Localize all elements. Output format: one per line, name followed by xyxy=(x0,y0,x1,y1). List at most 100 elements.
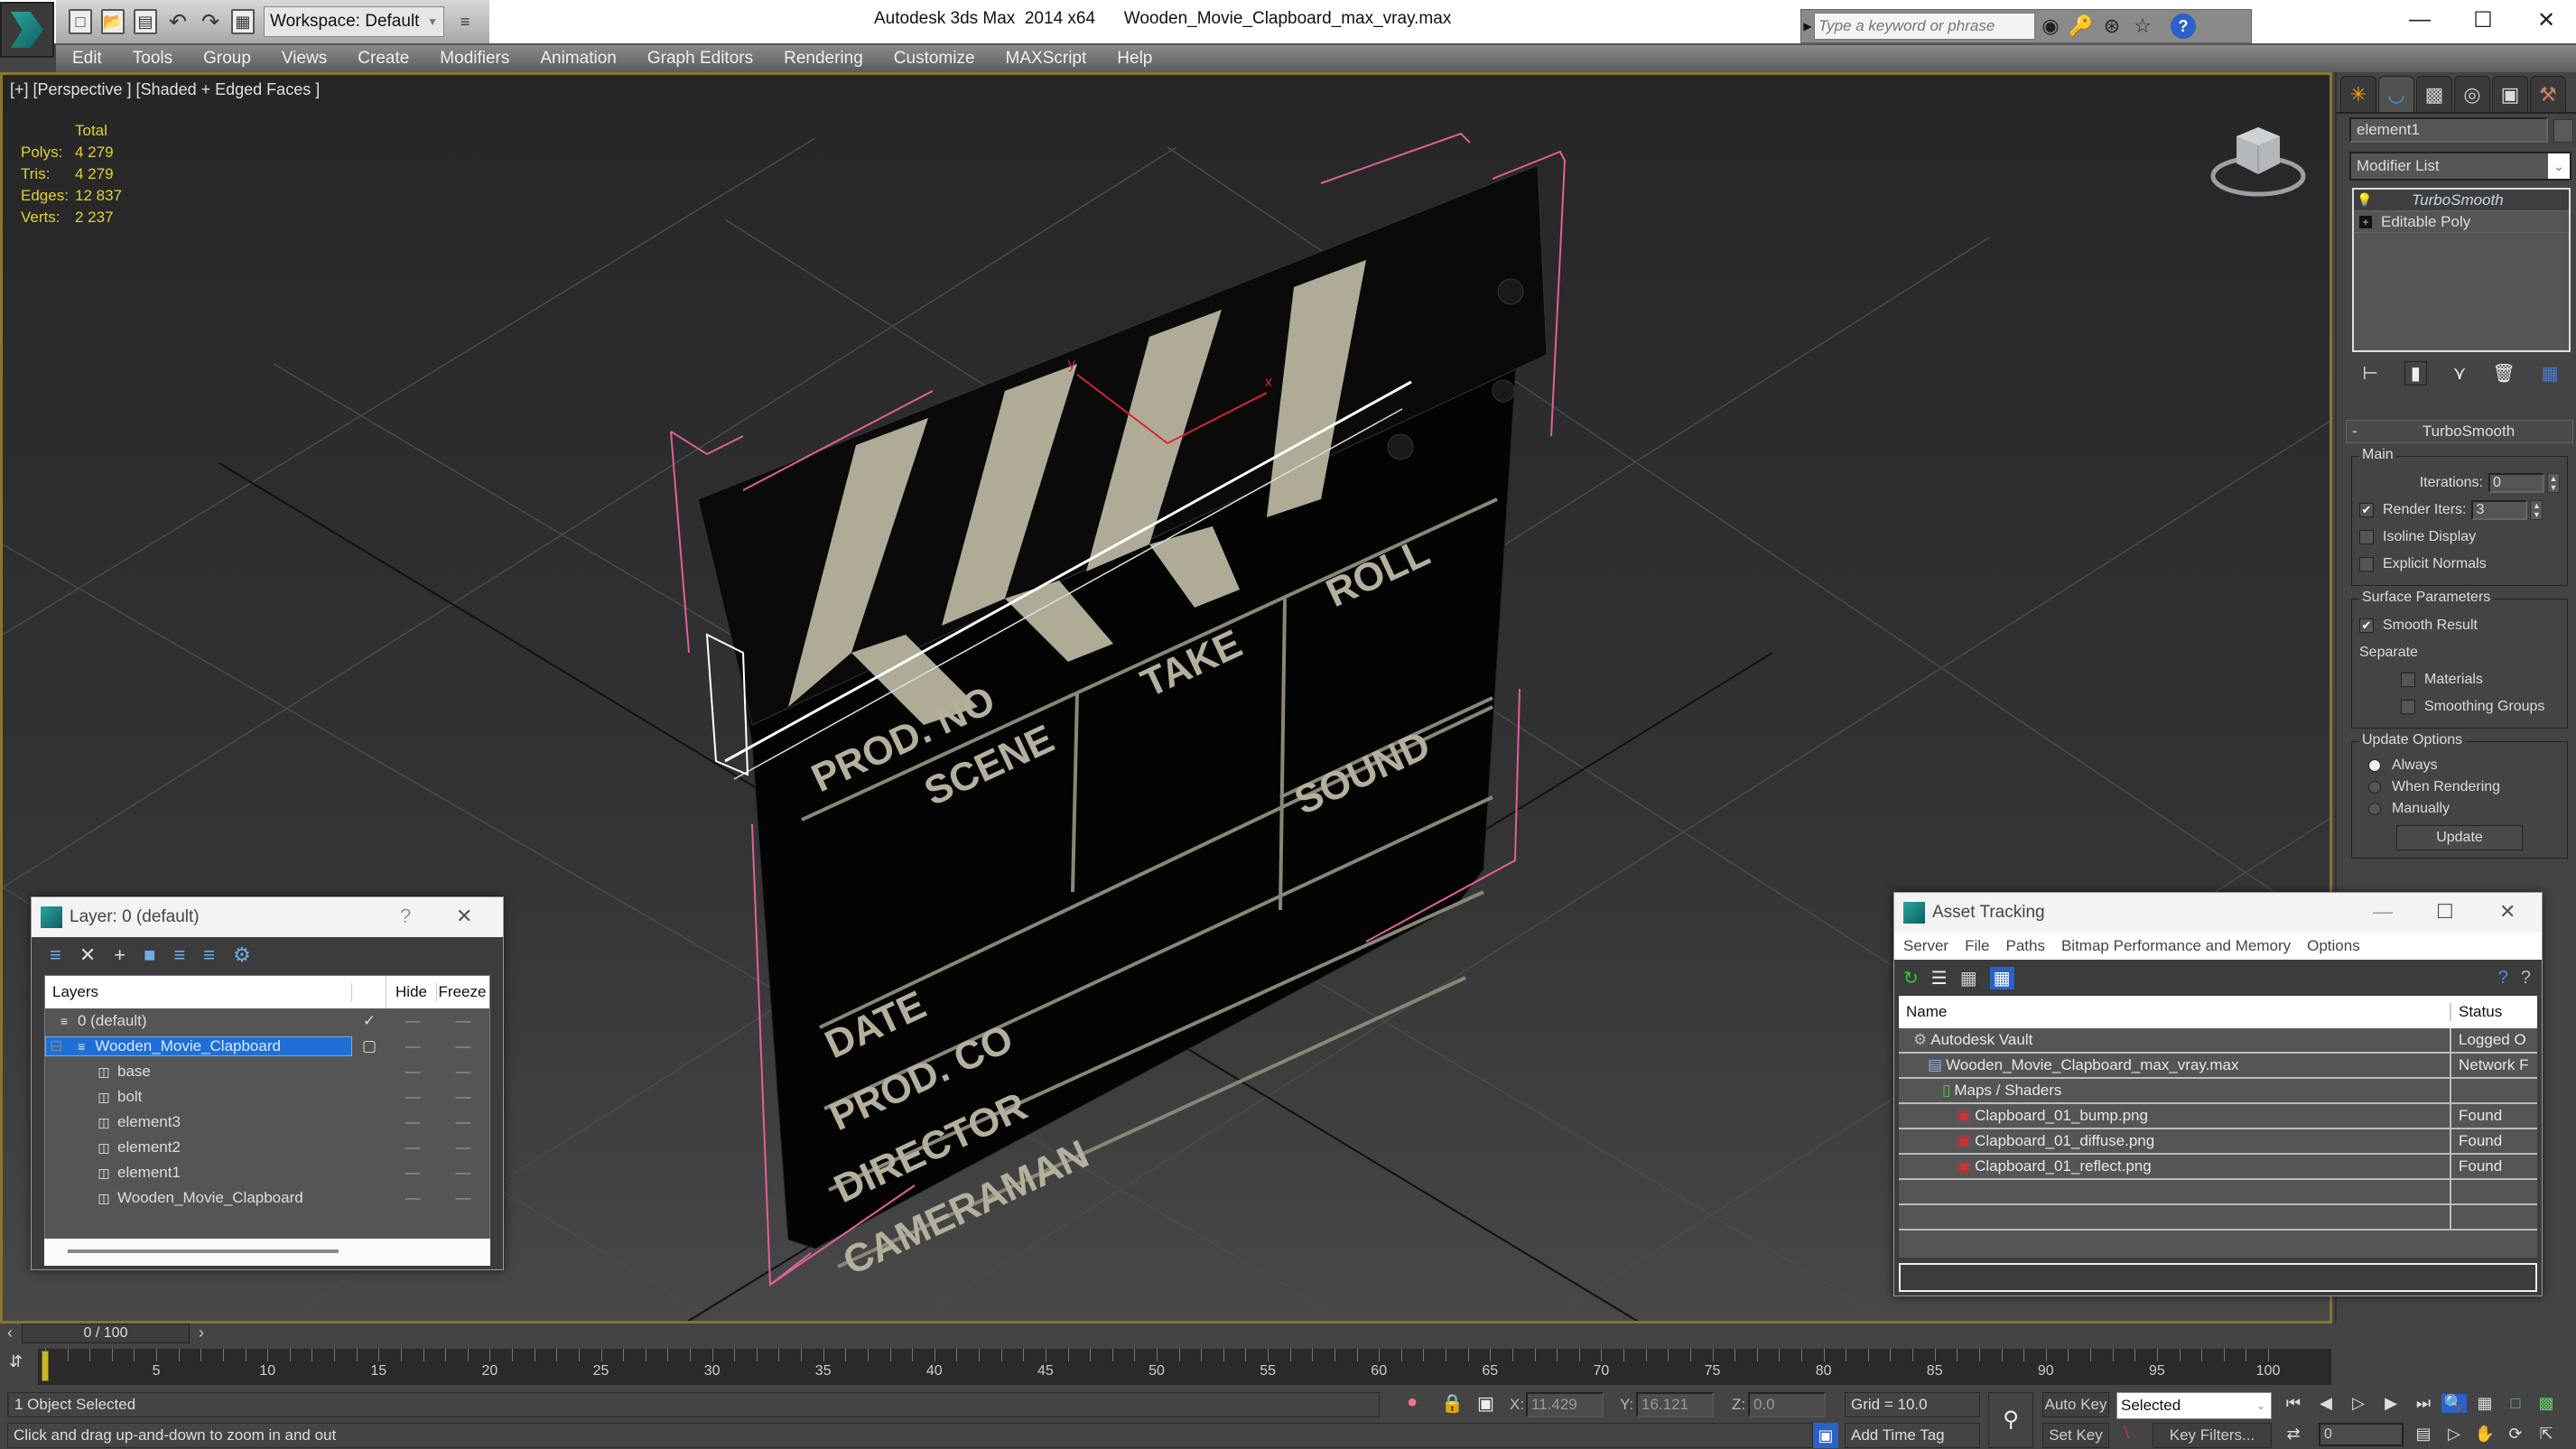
column-header-current[interactable] xyxy=(352,976,386,1008)
layer-name-cell[interactable]: ◫ element3 xyxy=(45,1113,352,1131)
expand-icon[interactable]: ▶ xyxy=(1801,20,1814,33)
orbit-icon[interactable]: ⟳ xyxy=(2503,1425,2528,1444)
asset-row[interactable]: ▯ Maps / Shaders xyxy=(1899,1079,2537,1104)
menu-help[interactable]: Help xyxy=(1102,49,1167,69)
rollout-header[interactable]: - TurboSmooth xyxy=(2346,420,2573,443)
hide-toggle[interactable]: — xyxy=(386,1037,437,1055)
modifier-list-dropdown[interactable]: Modifier List ⌄ xyxy=(2349,152,2571,181)
column-header-hide[interactable]: Hide xyxy=(386,983,437,1001)
create-layer-icon[interactable]: ≡ xyxy=(50,943,61,967)
hide-toggle[interactable]: — xyxy=(386,1088,437,1106)
project-folder-icon[interactable]: ▦ xyxy=(231,9,255,34)
layer-name-cell[interactable]: ◫ Wooden_Movie_Clapboard xyxy=(45,1189,352,1207)
layer-row[interactable]: ◫ base — — xyxy=(45,1059,489,1084)
select-layer-icon[interactable]: ≡ xyxy=(173,943,185,967)
menu-views[interactable]: Views xyxy=(266,49,342,69)
set-keys-toggle[interactable]: ⚲ xyxy=(1988,1392,2033,1448)
minimize-button[interactable]: — xyxy=(2373,900,2393,924)
help-icon[interactable]: ? xyxy=(2171,14,2196,39)
add-icon[interactable]: + xyxy=(114,943,126,967)
go-to-start-icon[interactable]: ⏮ xyxy=(2281,1394,2306,1413)
table-view-icon[interactable]: ▦ xyxy=(1989,966,2014,989)
set-key-button[interactable]: Set Key xyxy=(2042,1423,2109,1448)
always-radio[interactable] xyxy=(2368,759,2381,772)
update-button[interactable]: Update xyxy=(2396,825,2523,850)
menu-rendering[interactable]: Rendering xyxy=(768,49,879,69)
list-view-icon[interactable]: ☰ xyxy=(1931,967,1948,989)
x-coordinate[interactable] xyxy=(1526,1392,1604,1417)
star-icon[interactable]: ☆ xyxy=(2127,14,2158,38)
spinner-arrows-icon[interactable]: ▲ ▼ xyxy=(2547,473,2560,493)
freeze-toggle[interactable]: — xyxy=(437,1063,488,1081)
hide-toggle[interactable]: — xyxy=(386,1138,437,1156)
when-rendering-radio[interactable] xyxy=(2368,781,2381,794)
close-button[interactable]: ✕ xyxy=(2499,900,2516,924)
freeze-toggle[interactable]: — xyxy=(437,1113,488,1131)
stack-item-editable-poly[interactable]: + Editable Poly xyxy=(2354,211,2569,233)
horizontal-scrollbar[interactable] xyxy=(44,1239,490,1266)
layer-row[interactable]: ◫ bolt — — xyxy=(45,1084,489,1110)
isoline-checkbox[interactable] xyxy=(2359,530,2374,544)
column-header-name[interactable]: Name xyxy=(1899,1003,2451,1021)
highlight-layer-icon[interactable]: ≡ xyxy=(203,943,215,967)
field-of-view-icon[interactable]: ▷ xyxy=(2441,1425,2467,1444)
asset-row[interactable]: ▤ Wooden_Movie_Clapboard_max_vray.max Netw… xyxy=(1899,1054,2537,1079)
freeze-toggle[interactable]: — xyxy=(437,1164,488,1182)
asset-name-cell[interactable]: ▣ Clapboard_01_diffuse.png xyxy=(1899,1129,2451,1153)
help-button[interactable]: ? xyxy=(400,905,411,928)
viewcube[interactable] xyxy=(2206,120,2314,201)
asset-row[interactable]: ▣ Clapboard_01_bump.png Found xyxy=(1899,1104,2537,1129)
asset-row[interactable]: ▣ Clapboard_01_diffuse.png Found xyxy=(1899,1129,2537,1155)
iterations-spinner[interactable] xyxy=(2488,473,2544,493)
menu-group[interactable]: Group xyxy=(188,49,266,69)
menu-edit[interactable]: Edit xyxy=(56,49,117,69)
track-bar[interactable]: 0510152025303540455055606570758085909510… xyxy=(38,1349,2331,1385)
binoculars-icon[interactable]: ◉ xyxy=(2035,14,2066,38)
column-header-layers[interactable]: Layers xyxy=(45,983,352,1001)
previous-frame-button[interactable]: ‹ xyxy=(0,1324,20,1345)
viewport-label-menu[interactable]: [+] [Perspective ] [Shaded + Edged Faces… xyxy=(10,80,320,99)
absolute-mode-icon[interactable]: ▣ xyxy=(1477,1392,1494,1415)
menu-server[interactable]: Server xyxy=(1894,937,1956,955)
configure-sets-icon[interactable]: ▦ xyxy=(2542,362,2559,385)
key-mode-dropdown[interactable]: Selected ⌄ xyxy=(2116,1392,2272,1419)
search-input[interactable] xyxy=(1814,13,2035,40)
object-color-swatch[interactable] xyxy=(2553,119,2573,143)
scrollbar-thumb[interactable] xyxy=(68,1249,339,1253)
menu-customize[interactable]: Customize xyxy=(879,49,990,69)
maximize-button[interactable]: ☐ xyxy=(2436,900,2454,924)
maximize-button[interactable]: ☐ xyxy=(2465,7,2501,33)
menu-paths[interactable]: Paths xyxy=(1996,937,2051,955)
curve-editor-toggle-icon[interactable]: ⇵ xyxy=(9,1352,36,1379)
close-button[interactable]: ✕ xyxy=(456,905,472,928)
dialog-titlebar[interactable]: Asset Tracking — ☐ ✕ xyxy=(1894,893,2542,933)
new-file-icon[interactable]: □ xyxy=(69,9,92,34)
expand-icon[interactable]: + xyxy=(2359,215,2372,228)
menu-file[interactable]: File xyxy=(1956,937,1996,955)
hide-toggle[interactable]: — xyxy=(386,1012,437,1030)
lightbulb-icon[interactable]: 💡 xyxy=(2354,192,2376,208)
customize-toolbar-icon[interactable]: ≡ xyxy=(453,9,477,34)
play-icon[interactable]: ▷ xyxy=(2346,1394,2371,1413)
layer-name-cell[interactable]: ◫ element2 xyxy=(45,1138,352,1156)
column-header-freeze[interactable]: Freeze xyxy=(437,983,488,1001)
tab-modify[interactable]: ◡ xyxy=(2378,76,2414,112)
freeze-toggle[interactable]: — xyxy=(437,1138,488,1156)
materials-checkbox[interactable] xyxy=(2401,673,2415,687)
hide-toggle[interactable]: — xyxy=(386,1063,437,1081)
key-tangent-icon[interactable]: ⧵ xyxy=(2124,1423,2129,1444)
open-file-icon[interactable]: 📂 xyxy=(101,9,125,34)
menu-animation[interactable]: Animation xyxy=(525,49,632,69)
help-icon[interactable]: ? xyxy=(2521,968,2531,989)
smoothing-groups-checkbox[interactable] xyxy=(2401,700,2415,714)
freeze-toggle[interactable]: — xyxy=(437,1189,488,1207)
key-icon[interactable]: 🔑 xyxy=(2066,14,2097,38)
spinner-arrows-icon[interactable]: ▲ ▼ xyxy=(2530,500,2543,520)
layer-name-cell[interactable]: ◫ element1 xyxy=(45,1164,352,1182)
next-frame-icon[interactable]: ▶ xyxy=(2378,1394,2404,1413)
layer-row[interactable]: ◫ element1 — — xyxy=(45,1160,489,1185)
asset-path-field[interactable] xyxy=(1899,1263,2537,1292)
freeze-toggle[interactable]: — xyxy=(437,1012,488,1030)
isolate-icon[interactable]: ● xyxy=(1407,1392,1418,1413)
save-icon[interactable]: ▤ xyxy=(134,9,157,34)
